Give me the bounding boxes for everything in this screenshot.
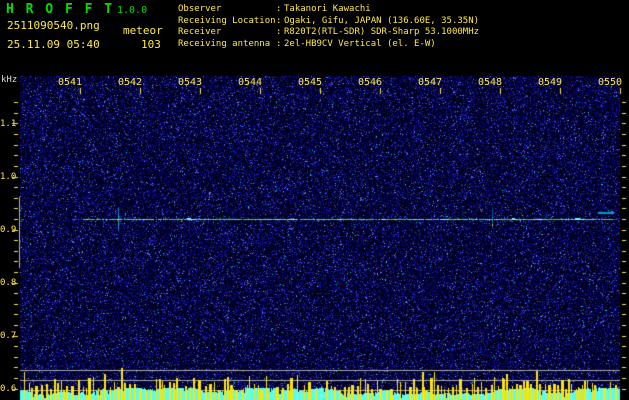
- time-label: 0542: [117, 77, 143, 88]
- echo-count: 103: [141, 38, 161, 51]
- time-label: 0545: [297, 77, 323, 88]
- time-label: 0544: [237, 77, 263, 88]
- info-value: Takanori Kawachi: [284, 4, 371, 14]
- app-title: H R O F F T: [6, 2, 115, 17]
- station-info: Observer: Takanori Kawachi Receiving Locat…: [178, 4, 479, 50]
- info-separator: :: [276, 4, 282, 14]
- freq-label: 0.9: [0, 225, 17, 235]
- info-separator: :: [276, 27, 282, 37]
- info-row: Receiving antenna:2el-HB9CV Vertical (el…: [178, 39, 479, 51]
- info-value: 2el-HB9CV Vertical (el. E-W): [284, 38, 436, 49]
- time-label: 0543: [177, 77, 203, 88]
- app-version: 1.0.0: [117, 5, 148, 16]
- freq-label: 1.0: [0, 172, 17, 182]
- time-label: 0548: [477, 77, 503, 88]
- observation-mode: meteor: [123, 24, 163, 37]
- info-label: Receiving antenna: [178, 38, 271, 49]
- freq-label: 0.6: [0, 384, 17, 394]
- observation-datetime: 25.11.09 05:40: [7, 38, 100, 51]
- freq-label: 1.1: [0, 119, 17, 129]
- info-value: R820T2(RTL-SDR) SDR-Sharp 53.1000MHz: [284, 27, 480, 37]
- freq-label: 0.8: [0, 278, 17, 288]
- info-label: Observer: [178, 4, 222, 14]
- info-label: Receiver: [178, 27, 222, 37]
- spectrogram-canvas: [0, 75, 629, 400]
- freq-axis-unit: kHz: [1, 75, 18, 85]
- info-separator: :: [276, 38, 282, 49]
- info-row: Receiving Location: Ogaki, Gifu, JAPAN (1…: [178, 16, 479, 28]
- time-label: 0550: [597, 77, 623, 88]
- time-label: 0541: [57, 77, 83, 88]
- time-label: 0547: [417, 77, 443, 88]
- info-row: Receiver: R820T2(RTL-SDR) SDR-Sharp 53.10…: [178, 27, 479, 39]
- output-filename: 2511090540.png: [7, 19, 100, 32]
- info-separator: :: [276, 15, 282, 26]
- info-value: Ogaki, Gifu, JAPAN (136.60E, 35.35N): [284, 15, 480, 26]
- time-label: 0546: [357, 77, 383, 88]
- time-label: 0549: [537, 77, 563, 88]
- info-label: Receiving Location: [178, 15, 276, 26]
- hrofft-window: H R O F F T 1.0.0 2511090540.png meteor …: [0, 0, 629, 400]
- info-row: Observer: Takanori Kawachi: [178, 4, 479, 16]
- freq-label: 0.7: [0, 331, 17, 341]
